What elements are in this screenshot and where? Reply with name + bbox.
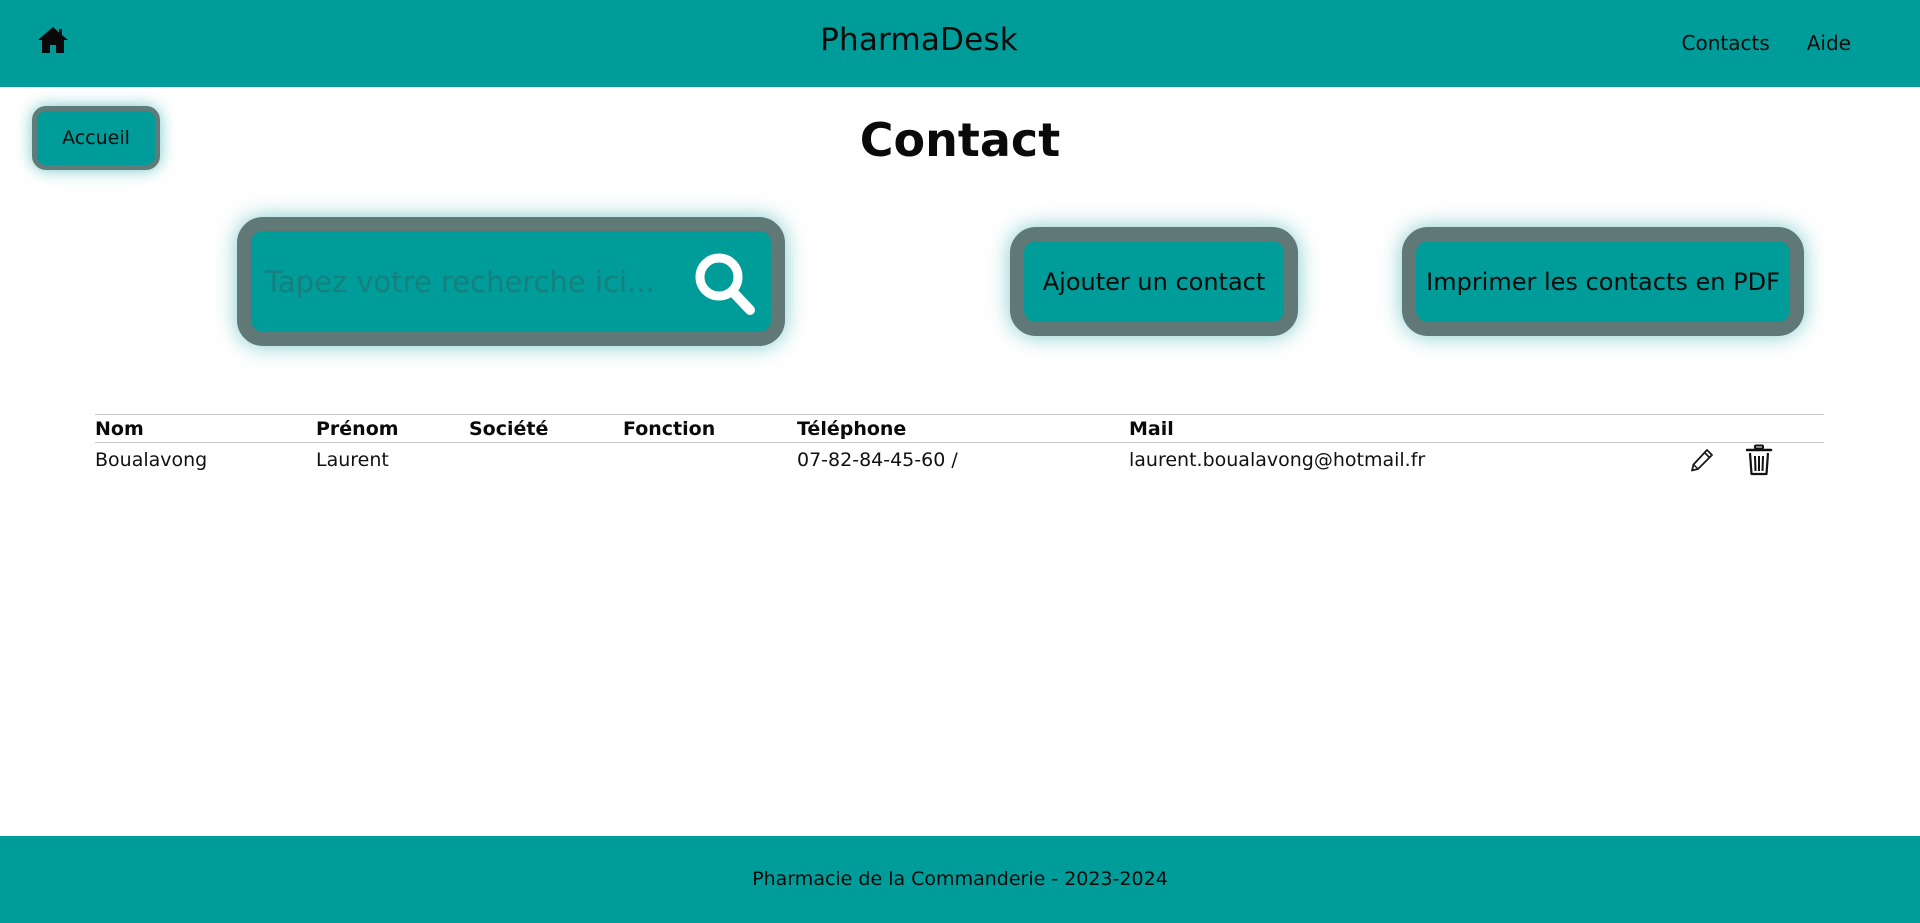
cell-nom: Boualavong	[95, 449, 208, 471]
top-nav: Contacts Aide	[1682, 31, 1851, 55]
search-box	[237, 217, 785, 346]
app-title: PharmaDesk	[820, 22, 1018, 58]
cell-fonction	[623, 443, 797, 478]
search-icon[interactable]	[693, 251, 757, 317]
footer-text: Pharmacie de la Commanderie - 2023-2024	[752, 868, 1168, 890]
cell-actions	[1689, 443, 1824, 478]
column-header-prenom: Prénom	[316, 417, 399, 440]
page-title: Contact	[859, 113, 1061, 167]
delete-icon[interactable]	[1745, 444, 1773, 476]
column-header-telephone: Téléphone	[797, 417, 907, 440]
print-pdf-button[interactable]: Imprimer les contacts en PDF	[1402, 227, 1804, 336]
add-contact-button[interactable]: Ajouter un contact	[1010, 227, 1298, 336]
cell-telephone: 07-82-84-45-60 /	[797, 449, 958, 471]
table-row: Boualavong Laurent 07-82-84-45-60 / laur…	[95, 443, 1824, 478]
nav-link-aide[interactable]: Aide	[1807, 31, 1851, 55]
nav-link-contacts[interactable]: Contacts	[1682, 31, 1770, 55]
column-header-actions	[1689, 415, 1824, 443]
edit-icon[interactable]	[1689, 447, 1715, 473]
cell-societe	[469, 443, 623, 478]
top-header: PharmaDesk Contacts Aide	[0, 0, 1920, 87]
column-header-societe: Société	[469, 417, 549, 440]
page-footer: Pharmacie de la Commanderie - 2023-2024	[0, 836, 1920, 923]
column-header-mail: Mail	[1129, 417, 1174, 440]
table-header-row: Nom Prénom Société Fonction Téléphone Ma…	[95, 414, 1824, 443]
column-header-fonction: Fonction	[623, 417, 716, 440]
cell-prenom: Laurent	[316, 449, 389, 471]
row-actions	[1689, 443, 1824, 477]
search-input[interactable]	[251, 231, 681, 332]
column-header-nom: Nom	[95, 417, 144, 440]
contacts-table: Nom Prénom Société Fonction Téléphone Ma…	[95, 414, 1824, 477]
cell-mail: laurent.boualavong@hotmail.fr	[1129, 449, 1426, 471]
